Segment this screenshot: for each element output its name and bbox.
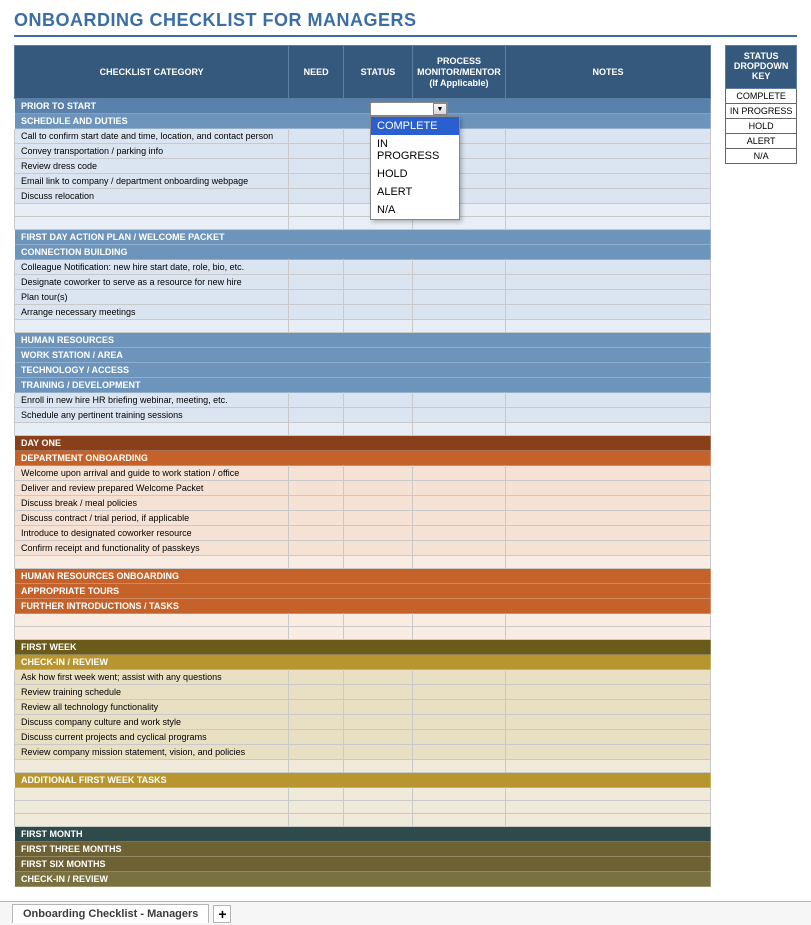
section-day-one: DAY ONE [15,436,711,451]
checklist-table: CHECKLIST CATEGORY NEED STATUS PROCESS M… [14,45,711,887]
blank-row[interactable] [15,788,711,801]
chevron-down-icon[interactable]: ▼ [433,103,447,115]
table-row[interactable]: Discuss current projects and cyclical pr… [15,730,711,745]
blank-row[interactable] [15,801,711,814]
table-row[interactable]: Welcome upon arrival and guide to work s… [15,466,711,481]
blank-row[interactable] [15,320,711,333]
status-key-header: STATUS DROPDOWN KEY [726,46,797,89]
sub-checkin-review: CHECK-IN / REVIEW [15,655,711,670]
blank-row[interactable] [15,614,711,627]
sub-schedule-duties: SCHEDULE AND DUTIES [15,114,711,129]
col-notes: NOTES [505,46,711,99]
blank-row[interactable] [15,204,711,217]
sub-checkin-bottom: CHECK-IN / REVIEW [15,872,711,887]
page-title: ONBOARDING CHECKLIST FOR MANAGERS [0,0,811,35]
table-row[interactable]: Discuss relocation [15,189,711,204]
blank-row[interactable] [15,217,711,230]
status-key-item: N/A [726,148,797,163]
sub-additional-tasks: ADDITIONAL FIRST WEEK TASKS [15,773,711,788]
col-process: PROCESS MONITOR/MENTOR (If Applicable) [413,46,506,99]
title-rule [14,35,797,37]
dropdown-option[interactable]: ALERT [371,183,459,201]
table-row[interactable]: Review dress code [15,159,711,174]
dropdown-option[interactable]: COMPLETE [371,117,459,135]
sub-technology-access: TECHNOLOGY / ACCESS [15,363,711,378]
status-key-table: STATUS DROPDOWN KEY COMPLETE IN PROGRESS… [725,45,797,164]
header-row: CHECKLIST CATEGORY NEED STATUS PROCESS M… [15,46,711,99]
status-key-item: HOLD [726,118,797,133]
table-row[interactable]: Plan tour(s) [15,290,711,305]
table-row[interactable]: Review training schedule [15,685,711,700]
add-sheet-button[interactable]: + [213,905,231,923]
table-row[interactable]: Arrange necessary meetings [15,305,711,320]
dropdown-option[interactable]: IN PROGRESS [371,135,459,165]
dropdown-list[interactable]: COMPLETE IN PROGRESS HOLD ALERT N/A [370,116,460,220]
section-prior-to-start: PRIOR TO START [15,99,711,114]
blank-row[interactable] [15,423,711,436]
section-first-month: FIRST MONTH [15,827,711,842]
sub-appropriate-tours: APPROPRIATE TOURS [15,584,711,599]
status-key-item: IN PROGRESS [726,103,797,118]
table-row[interactable]: Confirm receipt and functionality of pas… [15,541,711,556]
section-first-week: FIRST WEEK [15,640,711,655]
sub-first-day-action: FIRST DAY ACTION PLAN / WELCOME PACKET [15,230,711,245]
status-key-item: COMPLETE [726,88,797,103]
sub-training-development: TRAINING / DEVELOPMENT [15,378,711,393]
table-row[interactable]: Discuss break / meal policies [15,496,711,511]
blank-row[interactable] [15,556,711,569]
table-row[interactable]: Convey transportation / parking info [15,144,711,159]
section-first-three-months: FIRST THREE MONTHS [15,842,711,857]
table-row[interactable]: Designate coworker to serve as a resourc… [15,275,711,290]
sub-work-station: WORK STATION / AREA [15,348,711,363]
sub-connection-building: CONNECTION BUILDING [15,245,711,260]
table-row[interactable]: Colleague Notification: new hire start d… [15,260,711,275]
blank-row[interactable] [15,627,711,640]
table-row[interactable]: Call to confirm start date and time, loc… [15,129,711,144]
status-dropdown[interactable]: ▼ COMPLETE IN PROGRESS HOLD ALERT N/A [370,102,448,116]
sheet-tab-active[interactable]: Onboarding Checklist - Managers [12,904,209,923]
col-status: STATUS [343,46,412,99]
table-row[interactable]: Enroll in new hire HR briefing webinar, … [15,393,711,408]
col-need: NEED [289,46,343,99]
blank-row[interactable] [15,814,711,827]
status-key-item: ALERT [726,133,797,148]
sub-further-intro: FURTHER INTRODUCTIONS / TASKS [15,599,711,614]
table-row[interactable]: Review company mission statement, vision… [15,745,711,760]
table-row[interactable]: Discuss company culture and work style [15,715,711,730]
sub-department-onboarding: DEPARTMENT ONBOARDING [15,451,711,466]
table-row[interactable]: Schedule any pertinent training sessions [15,408,711,423]
table-row[interactable]: Discuss contract / trial period, if appl… [15,511,711,526]
sub-human-resources: HUMAN RESOURCES [15,333,711,348]
dropdown-option[interactable]: HOLD [371,165,459,183]
table-row[interactable]: Deliver and review prepared Welcome Pack… [15,481,711,496]
dropdown-cell[interactable]: ▼ [370,102,448,116]
section-first-six-months: FIRST SIX MONTHS [15,857,711,872]
sub-hr-onboarding: HUMAN RESOURCES ONBOARDING [15,569,711,584]
table-row[interactable]: Introduce to designated coworker resourc… [15,526,711,541]
table-row[interactable]: Ask how first week went; assist with any… [15,670,711,685]
blank-row[interactable] [15,760,711,773]
col-category: CHECKLIST CATEGORY [15,46,289,99]
table-row[interactable]: Review all technology functionality [15,700,711,715]
sheet-tab-bar: Onboarding Checklist - Managers + [0,901,811,925]
dropdown-option[interactable]: N/A [371,201,459,219]
table-row[interactable]: Email link to company / department onboa… [15,174,711,189]
